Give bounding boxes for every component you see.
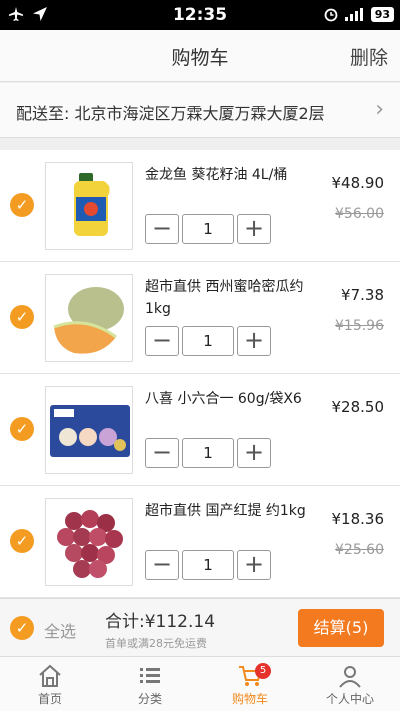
status-bar: 12:35 93 — [0, 0, 400, 30]
tab-cart[interactable]: 5 购物车 — [200, 657, 300, 711]
cart-item: ✓ 超市直供 西州蜜哈密瓜约1kg ¥7.38 ¥15.96 − 1 + — [0, 262, 400, 374]
item-checkbox[interactable]: ✓ — [10, 417, 34, 441]
cart-item-list: ✓ 金龙鱼 葵花籽油 4L/桶 ¥48.90 ¥56.00 − 1 + ✓ 超市… — [0, 150, 400, 598]
product-price: ¥28.50 — [331, 398, 385, 416]
quantity-input[interactable]: 1 — [182, 214, 234, 244]
checkout-bar: ✓ 全选 合计:¥112.14 首单或满28元免运费 结算(5) — [0, 598, 400, 656]
tab-profile[interactable]: 个人中心 — [300, 657, 400, 711]
increase-button[interactable]: + — [237, 326, 271, 356]
quantity-input[interactable]: 1 — [182, 326, 234, 356]
tab-home[interactable]: 首页 — [0, 657, 100, 711]
category-list-icon — [140, 668, 160, 683]
product-image-melon[interactable] — [45, 274, 133, 362]
quantity-stepper: − 1 + — [145, 214, 273, 244]
decrease-button[interactable]: − — [145, 438, 179, 468]
cart-count-badge: 5 — [255, 663, 271, 679]
quantity-stepper: − 1 + — [145, 326, 273, 356]
product-image-grapes[interactable] — [45, 498, 133, 586]
product-name[interactable]: 超市直供 西州蜜哈密瓜约1kg — [145, 276, 315, 320]
decrease-button[interactable]: − — [145, 214, 179, 244]
delivery-address-row[interactable]: 配送至: 北京市海淀区万霖大厦万霖大厦2层 › — [0, 83, 400, 138]
product-name[interactable]: 超市直供 国产红提 约1kg — [145, 500, 315, 522]
increase-button[interactable]: + — [237, 550, 271, 580]
battery-indicator: 93 — [370, 6, 394, 22]
quantity-input[interactable]: 1 — [182, 550, 234, 580]
select-all-label[interactable]: 全选 — [44, 618, 76, 642]
cart-item: ✓ 金龙鱼 葵花籽油 4L/桶 ¥48.90 ¥56.00 − 1 + — [0, 150, 400, 262]
tab-label: 购物车 — [231, 692, 268, 706]
increase-button[interactable]: + — [237, 214, 271, 244]
item-checkbox[interactable]: ✓ — [10, 305, 34, 329]
tab-label: 个人中心 — [325, 692, 374, 706]
product-name[interactable]: 金龙鱼 葵花籽油 4L/桶 — [145, 164, 315, 186]
cart-item: ✓ 超市直供 国产红提 约1kg ¥18.36 ¥25.60 − 1 + — [0, 486, 400, 598]
product-price: ¥48.90 — [331, 174, 385, 192]
checkout-button[interactable]: 结算(5) — [298, 609, 384, 647]
product-price: ¥7.38 — [341, 286, 384, 304]
home-icon — [39, 664, 61, 687]
shipping-note: 首单或满28元免运费 — [105, 637, 207, 650]
quantity-input[interactable]: 1 — [182, 438, 234, 468]
product-image-icecream[interactable] — [45, 386, 133, 474]
tab-label: 首页 — [37, 692, 62, 706]
address-value: 北京市海淀区万霖大厦万霖大厦2层 — [74, 104, 325, 123]
total-amount: 合计:¥112.14 — [105, 612, 216, 632]
user-icon — [339, 666, 361, 688]
cart-item: ✓ 八喜 小六合一 60g/袋X6 ¥28.50 − 1 + — [0, 374, 400, 486]
tab-category[interactable]: 分类 — [100, 657, 200, 711]
product-price: ¥18.36 — [331, 510, 385, 528]
product-original-price: ¥25.60 — [335, 542, 384, 558]
product-image-oil[interactable] — [45, 162, 133, 250]
item-checkbox[interactable]: ✓ — [10, 193, 34, 217]
tab-label: 分类 — [137, 692, 162, 706]
item-checkbox[interactable]: ✓ — [10, 529, 34, 553]
increase-button[interactable]: + — [237, 438, 271, 468]
chevron-right-icon: › — [375, 97, 384, 122]
product-name[interactable]: 八喜 小六合一 60g/袋X6 — [145, 388, 315, 410]
quantity-stepper: − 1 + — [145, 438, 273, 468]
product-original-price: ¥56.00 — [335, 206, 384, 222]
select-all-checkbox[interactable]: ✓ — [10, 616, 34, 640]
quantity-stepper: − 1 + — [145, 550, 273, 580]
page-title: 购物车 — [171, 47, 229, 69]
delete-button[interactable]: 删除 — [350, 43, 388, 70]
address-label: 配送至: — [16, 104, 70, 123]
signal-icon — [344, 8, 363, 21]
nav-bar: 购物车 删除 — [0, 30, 400, 82]
decrease-button[interactable]: − — [145, 326, 179, 356]
status-right: 93 — [323, 6, 394, 22]
tab-bar: 首页 分类 5 购物车 个人中心 — [0, 656, 400, 711]
decrease-button[interactable]: − — [145, 550, 179, 580]
delivery-address: 配送至: 北京市海淀区万霖大厦万霖大厦2层 — [16, 100, 325, 124]
product-original-price: ¥15.96 — [335, 318, 384, 334]
alarm-icon — [324, 8, 338, 22]
